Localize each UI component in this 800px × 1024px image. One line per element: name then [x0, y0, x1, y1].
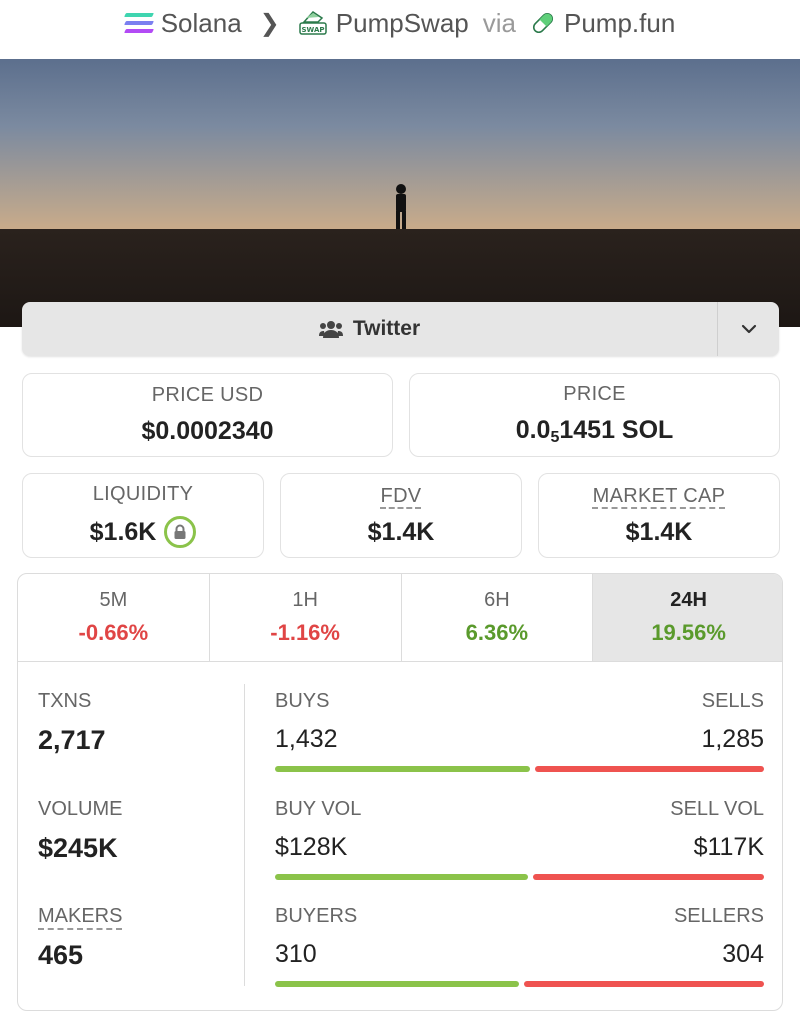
liquidity-value: $1.6K — [89, 517, 157, 546]
makers-stat: MAKERS 465 — [38, 905, 122, 971]
makers-label[interactable]: MAKERS — [38, 905, 122, 928]
txns-label: TXNS — [38, 690, 92, 712]
tab-24h-label: 24H — [670, 589, 707, 611]
buyers-label: BUYERS — [275, 905, 358, 927]
chevron-right-icon: ❯ — [259, 9, 280, 37]
volume-stat: VOLUME $245K — [38, 798, 122, 864]
txns-value: 2,717 — [38, 725, 106, 755]
buyers-bar — [275, 981, 520, 987]
volume-ratio: BUY VOL SELL VOL $128K $117K — [275, 798, 764, 880]
sellers-value: 304 — [722, 940, 764, 968]
makers-value: 465 — [38, 940, 84, 970]
liquidity-value-row: $1.6K — [90, 516, 197, 548]
lock-icon[interactable] — [164, 516, 197, 548]
buys-sells-ratio: BUYS SELLS 1,432 1,285 — [275, 690, 764, 772]
volume-label: VOLUME — [38, 798, 123, 820]
breadcrumb-via: via — [482, 7, 516, 38]
fdv-card: FDV $1.4K — [280, 473, 522, 558]
tab-6h-label: 6H — [484, 589, 510, 611]
tab-1h-label: 1H — [292, 589, 318, 611]
buy-vol-bar — [275, 874, 528, 880]
tab-1h[interactable]: 1H -1.16% — [210, 574, 402, 661]
price-native-value: 0.051451 SOL — [516, 416, 674, 447]
breadcrumb-dex-label: PumpSwap — [335, 7, 469, 38]
sells-label: SELLS — [701, 690, 764, 712]
sells-value: 1,285 — [701, 725, 764, 753]
buys-value: 1,432 — [275, 725, 338, 753]
txns-stat: TXNS 2,717 — [38, 690, 106, 756]
txns-panel: 5M -0.66% 1H -1.16% 6H 6.36% 24H 19.56% … — [17, 573, 783, 1011]
fdv-label[interactable]: FDV — [381, 485, 422, 508]
pill-icon — [532, 12, 554, 34]
solana-icon — [123, 13, 154, 33]
buyers-value: 310 — [275, 940, 317, 968]
fdv-value: $1.4K — [367, 517, 435, 546]
tab-5m-change: -0.66% — [78, 620, 149, 645]
tab-24h[interactable]: 24H 19.56% — [593, 574, 782, 661]
price-native-card: PRICE 0.051451 SOL — [409, 373, 780, 457]
breadcrumb-dex[interactable]: SWAP PumpSwap — [298, 8, 469, 39]
market-cap-card: MARKET CAP $1.4K — [538, 473, 780, 558]
padlock-glyph — [174, 524, 186, 539]
buyers-sellers-bar — [275, 981, 764, 987]
liquidity-label: LIQUIDITY — [92, 483, 194, 505]
price-native-suffix: 1451 SOL — [559, 416, 674, 444]
buyers-sellers-ratio: BUYERS SELLERS 310 304 — [275, 905, 764, 987]
breadcrumb-launchpad-label: Pump.fun — [564, 7, 676, 38]
users-icon — [318, 321, 343, 338]
volume-bar — [275, 874, 764, 880]
twitter-button[interactable]: Twitter — [22, 302, 717, 356]
price-native-label: PRICE — [563, 383, 626, 405]
tab-5m[interactable]: 5M -0.66% — [18, 574, 210, 661]
tab-6h[interactable]: 6H 6.36% — [402, 574, 594, 661]
token-banner-image — [0, 59, 800, 327]
sell-vol-value: $117K — [693, 833, 764, 861]
price-usd-value: $0.0002340 — [141, 417, 274, 445]
chevron-down-icon — [741, 324, 756, 334]
volume-value: $245K — [38, 833, 118, 863]
breadcrumb-chain-label: Solana — [160, 7, 242, 38]
buy-vol-label: BUY VOL — [275, 798, 362, 820]
person-silhouette — [396, 184, 406, 229]
buy-vol-value: $128K — [275, 833, 348, 861]
socials-dropdown-button[interactable] — [717, 302, 779, 356]
buys-bar — [275, 766, 531, 772]
tab-1h-change: -1.16% — [270, 620, 340, 645]
sell-vol-bar — [532, 874, 764, 880]
price-native-prefix: 0.0 — [515, 416, 551, 444]
liquidity-card: LIQUIDITY $1.6K — [22, 473, 264, 558]
tab-5m-label: 5M — [99, 589, 128, 611]
panel-divider — [244, 684, 245, 986]
socials-bar: Twitter — [22, 302, 779, 356]
svg-text:SWAP: SWAP — [301, 26, 324, 34]
price-usd-card: PRICE USD $0.0002340 — [22, 373, 393, 457]
sellers-label: SELLERS — [673, 905, 764, 927]
breadcrumb-launchpad[interactable]: Pump.fun — [530, 8, 675, 39]
breadcrumb-chain[interactable]: Solana — [123, 7, 242, 39]
sell-vol-label: SELL VOL — [670, 798, 764, 820]
twitter-label: Twitter — [352, 317, 421, 340]
sellers-bar — [524, 981, 764, 987]
timeframe-tabs: 5M -0.66% 1H -1.16% 6H 6.36% 24H 19.56% — [18, 574, 782, 662]
pumpswap-icon: SWAP — [299, 11, 327, 35]
market-cap-value: $1.4K — [625, 517, 693, 546]
tab-6h-change: 6.36% — [465, 620, 529, 645]
price-usd-label: PRICE USD — [151, 384, 264, 406]
sells-bar — [535, 766, 764, 772]
breadcrumb: Solana ❯ SWAP PumpSwap via Pump.fun — [0, 0, 800, 46]
buys-sells-bar — [275, 766, 764, 772]
market-cap-label[interactable]: MARKET CAP — [593, 485, 726, 508]
tab-24h-change: 19.56% — [651, 620, 726, 645]
buys-label: BUYS — [275, 690, 330, 712]
